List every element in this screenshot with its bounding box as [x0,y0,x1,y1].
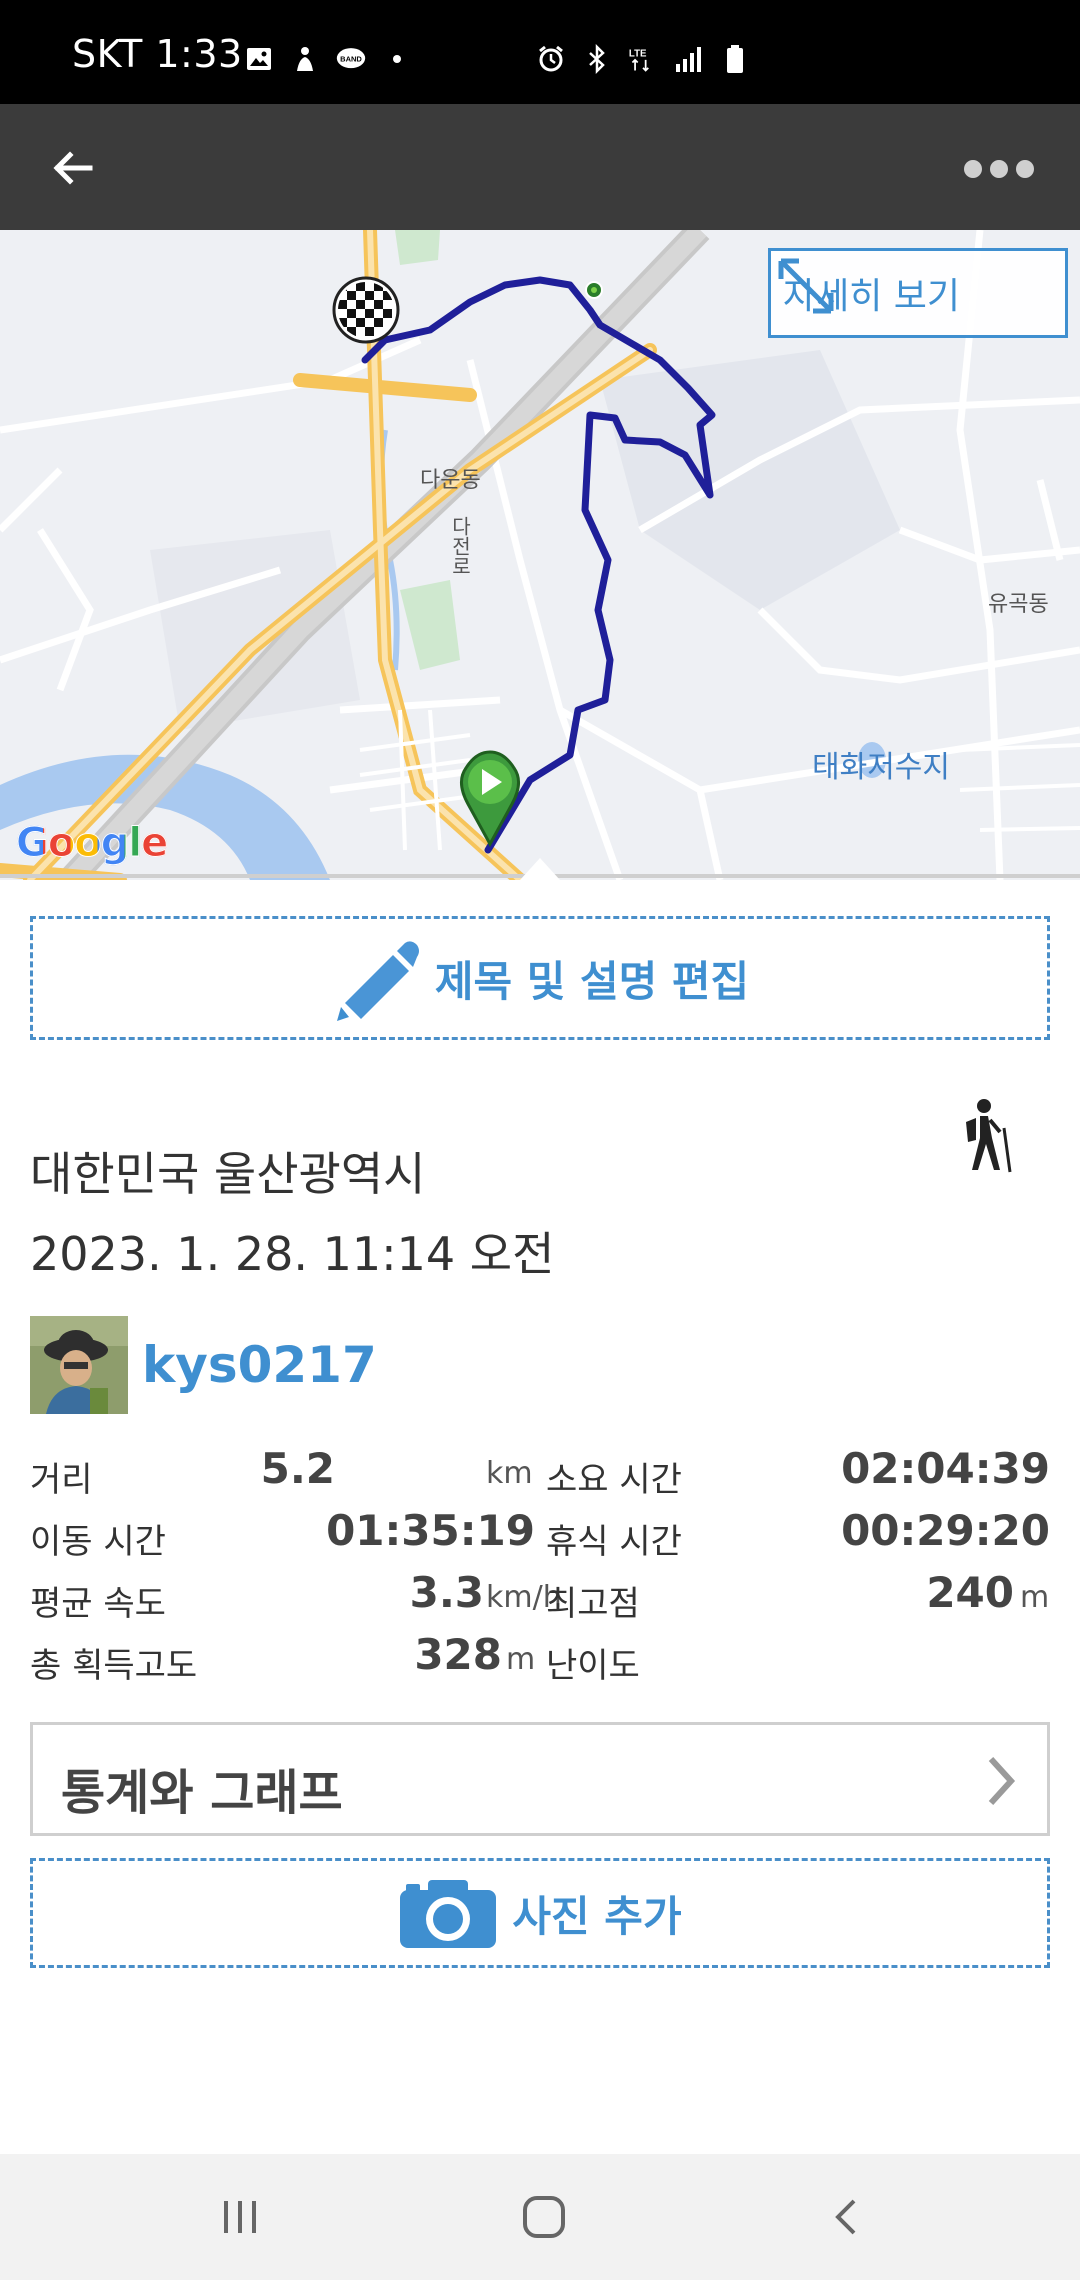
stats-row: 이동 시간 01:35:19 휴식 시간 00:29:20 [30,1502,1050,1564]
status-carrier-time: SKT 1:33 [72,32,243,76]
stats-row: 평균 속도 3.3 km/h 최고점 240 m [30,1564,1050,1626]
elevation-gain-unit: m [506,1642,536,1677]
add-photo-button[interactable]: 사진 추가 [30,1858,1050,1968]
chevron-left-icon [835,2199,856,2235]
image-icon [244,44,274,74]
bluetooth-icon [582,44,612,74]
app-bar [0,104,1080,230]
pencil-icon [336,941,419,1021]
chevron-right-icon [988,1756,1016,1806]
system-icons: LTE [536,44,750,74]
more-options-button[interactable] [954,144,1044,194]
username-link[interactable]: kys0217 [142,1336,377,1394]
distance-value: 5.2 [260,1444,335,1493]
stats-row: 거리 5.2 km 소요 시간 02:04:39 [30,1440,1050,1502]
activity-datetime: 2023. 1. 28. 11:14 오전 [30,1227,555,1281]
stats-graph-button[interactable]: 통계와 그래프 [30,1722,1050,1836]
more-dots-icon [964,160,982,178]
stats-graph-label: 통계와 그래프 [61,1765,343,1821]
svg-text:LTE: LTE [629,48,647,59]
avg-speed-label: 평균 속도 [30,1584,166,1624]
route-map[interactable]: 다운동 다전로 유곡동 태화저수지 자세히 보기 Google [0,230,1080,880]
band-icon: BAND [336,44,366,74]
alarm-icon [536,44,566,74]
map-label-dajeonro: 다전로 [448,516,472,576]
duration-value: 02:04:39 [841,1444,1050,1493]
highest-point-value: 240 [926,1568,1014,1617]
distance-label: 거리 [30,1460,93,1500]
difficulty-label: 난이도 [546,1646,640,1686]
add-photo-label: 사진 추가 [512,1891,682,1941]
battery-icon [720,44,750,74]
home-icon [523,2196,565,2238]
lte-icon: LTE [628,44,658,74]
camera-icon [400,1880,497,1948]
hand-icon [290,44,320,74]
system-back-button[interactable] [808,2184,888,2250]
map-detail-view-button[interactable]: 자세히 보기 [768,248,1068,338]
avatar[interactable] [30,1316,128,1414]
elevation-gain-label: 총 획득고도 [30,1646,198,1686]
signal-icon [674,44,704,74]
map-label-yugok: 유곡동 [988,592,1049,617]
highest-point-unit: m [1020,1580,1050,1615]
highest-point-label: 최고점 [546,1584,640,1624]
google-logo: Google [15,820,168,867]
avg-speed-value: 3.3 [409,1568,484,1617]
map-label-dawoon: 다운동 [420,468,481,493]
status-bar: SKT 1:33 BAND LTE [0,0,1080,104]
elevation-gain-value: 328 [414,1630,502,1679]
edit-title-description-button[interactable]: 제목 및 설명 편집 [30,916,1050,1040]
distance-unit: km [486,1456,533,1491]
back-button[interactable] [44,138,104,198]
moving-time-label: 이동 시간 [30,1522,166,1562]
expand-icon [778,258,834,314]
user-row[interactable]: kys0217 [30,1316,377,1414]
dot-icon [382,44,412,74]
system-nav-bar [0,2154,1080,2280]
duration-label: 소요 시간 [546,1460,682,1500]
map-label-reservoir: 태화저수지 [812,750,950,785]
moving-time-value: 01:35:19 [326,1506,535,1555]
rest-time-label: 휴식 시간 [546,1522,682,1562]
location-text: 대한민국 울산광역시 [30,1147,426,1201]
svg-text:BAND: BAND [340,55,362,64]
home-button[interactable] [504,2184,584,2250]
hiking-icon [956,1098,1016,1174]
stats-row: 총 획득고도 328 m 난이도 [30,1626,1050,1688]
notification-icons: BAND [244,44,412,74]
recent-apps-icon [224,2201,256,2233]
recent-apps-button[interactable] [200,2184,280,2250]
edit-title-description-label: 제목 및 설명 편집 [434,956,750,1006]
stats-table: 거리 5.2 km 소요 시간 02:04:39 이동 시간 01:35:19 … [30,1440,1050,1688]
arrow-left-icon [53,151,93,185]
rest-time-value: 00:29:20 [841,1506,1050,1555]
